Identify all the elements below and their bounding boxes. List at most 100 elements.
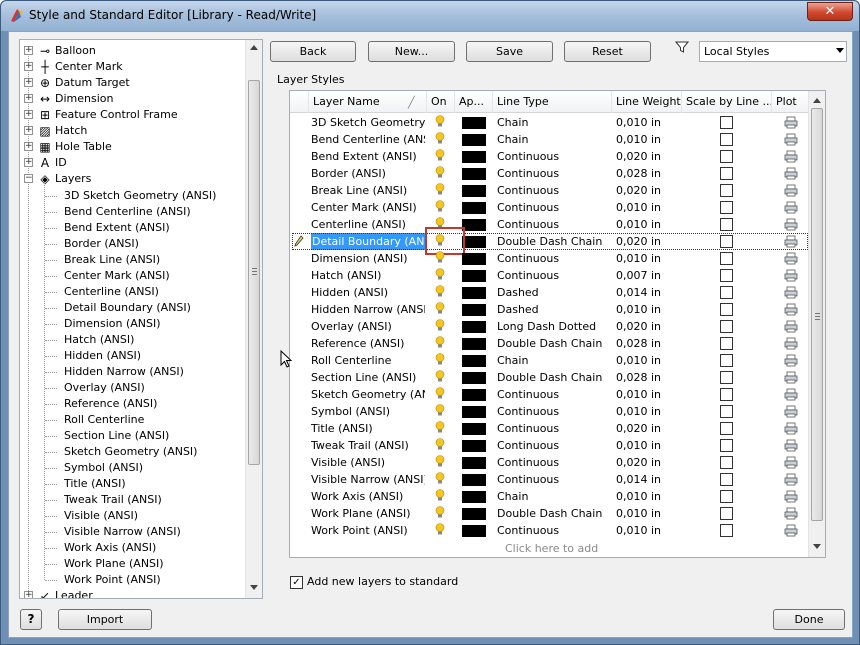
layer-name-cell[interactable]: Section Line (ANSI) [311, 369, 425, 386]
color-swatch[interactable] [462, 355, 486, 367]
tree-item-layer[interactable]: Visible (ANSI) [20, 508, 245, 524]
tree-item-layer[interactable]: Bend Extent (ANSI) [20, 220, 245, 236]
line-weight-cell[interactable]: 0,010 in [616, 386, 680, 403]
printer-icon[interactable] [784, 439, 798, 452]
line-weight-cell[interactable]: 0,020 in [616, 420, 680, 437]
scale-by-line-checkbox[interactable] [720, 269, 733, 282]
table-row[interactable]: Bend Centerline (ANSI) Chain 0,010 in [290, 131, 810, 148]
table-row[interactable]: Work Point (ANSI) Continuous 0,010 in [290, 522, 810, 539]
scale-by-line-checkbox[interactable] [720, 133, 733, 146]
line-type-cell[interactable]: Continuous [497, 403, 609, 420]
color-swatch[interactable] [462, 219, 486, 231]
scale-by-line-checkbox[interactable] [720, 150, 733, 163]
scale-by-line-checkbox[interactable] [720, 507, 733, 520]
tree-expander-icon[interactable]: + [24, 62, 33, 71]
line-weight-cell[interactable]: 0,014 in [616, 471, 680, 488]
tree-item-layer[interactable]: Overlay (ANSI) [20, 380, 245, 396]
printer-icon[interactable] [784, 473, 798, 486]
line-weight-cell[interactable]: 0,007 in [616, 267, 680, 284]
tree-item-layer[interactable]: Detail Boundary (ANSI) [20, 300, 245, 316]
line-weight-cell[interactable]: 0,028 in [616, 369, 680, 386]
line-weight-cell[interactable]: 0,010 in [616, 488, 680, 505]
layer-name-cell[interactable]: Symbol (ANSI) [311, 403, 425, 420]
layer-name-cell[interactable]: Sketch Geometry (ANSI) [311, 386, 425, 403]
line-type-cell[interactable]: Continuous [497, 267, 609, 284]
tree-item-layer[interactable]: Section Line (ANSI) [20, 428, 245, 444]
column-plot[interactable]: Plot [771, 91, 810, 113]
color-swatch[interactable] [462, 491, 486, 503]
tree-expander-icon[interactable]: + [24, 126, 33, 135]
line-type-cell[interactable]: Continuous [497, 420, 609, 437]
lightbulb-icon[interactable] [435, 132, 445, 145]
color-swatch[interactable] [462, 134, 486, 146]
lightbulb-icon[interactable] [435, 149, 445, 162]
layer-name-cell[interactable]: Roll Centerline [311, 352, 425, 369]
lightbulb-icon[interactable] [435, 438, 445, 451]
table-row[interactable]: Work Plane (ANSI) Double Dash Chain 0,010 … [290, 505, 810, 522]
layer-styles-grid[interactable]: Layer Name ╱ On Ap... Line Type Line Wei… [289, 90, 826, 558]
table-row[interactable]: Dimension (ANSI) Continuous 0,010 in [290, 250, 810, 267]
lightbulb-icon[interactable] [435, 387, 445, 400]
color-swatch[interactable] [462, 270, 486, 282]
add-layer-row[interactable]: Click here to add [505, 542, 598, 555]
line-weight-cell[interactable]: 0,010 in [616, 216, 680, 233]
tree-item-layer[interactable]: Work Axis (ANSI) [20, 540, 245, 556]
lightbulb-icon[interactable] [435, 166, 445, 179]
grid-scroll-thumb[interactable] [811, 108, 823, 521]
tree-item-layer[interactable]: Roll Centerline [20, 412, 245, 428]
line-weight-cell[interactable]: 0,020 in [616, 148, 680, 165]
line-type-cell[interactable]: Chain [497, 352, 609, 369]
save-button[interactable]: Save [466, 41, 553, 62]
printer-icon[interactable] [784, 150, 798, 163]
table-row[interactable]: Tweak Trail (ANSI) Continuous 0,010 in [290, 437, 810, 454]
scale-by-line-checkbox[interactable] [720, 320, 733, 333]
layer-name-cell[interactable]: Hatch (ANSI) [311, 267, 425, 284]
lightbulb-icon[interactable] [435, 251, 445, 264]
table-row[interactable]: Overlay (ANSI) Long Dash Dotted 0,020 in [290, 318, 810, 335]
layer-name-cell[interactable]: Center Mark (ANSI) [311, 199, 425, 216]
column-scale-by-line[interactable]: Scale by Line ... [681, 91, 771, 113]
color-swatch[interactable] [462, 440, 486, 452]
scale-by-line-checkbox[interactable] [720, 439, 733, 452]
line-weight-cell[interactable]: 0,020 in [616, 318, 680, 335]
tree-expander-icon[interactable]: + [24, 142, 33, 151]
layer-name-cell[interactable]: Visible Narrow (ANSI) [311, 471, 425, 488]
lightbulb-icon[interactable] [435, 319, 445, 332]
layer-name-cell[interactable]: Reference (ANSI) [311, 335, 425, 352]
lightbulb-icon[interactable] [435, 506, 445, 519]
printer-icon[interactable] [784, 167, 798, 180]
layer-name-cell[interactable]: Tweak Trail (ANSI) [311, 437, 425, 454]
printer-icon[interactable] [784, 133, 798, 146]
printer-icon[interactable] [784, 269, 798, 282]
line-weight-cell[interactable]: 0,010 in [616, 522, 680, 539]
line-weight-cell[interactable]: 0,010 in [616, 199, 680, 216]
scale-by-line-checkbox[interactable] [720, 473, 733, 486]
table-row[interactable]: Visible Narrow (ANSI) Continuous 0,014 in [290, 471, 810, 488]
tree-item-center-mark[interactable]: + ┼ Center Mark [20, 59, 245, 75]
color-swatch[interactable] [462, 457, 486, 469]
tree-item-feature-control-frame[interactable]: + ⊞ Feature Control Frame [20, 107, 245, 123]
tree-item-layer[interactable]: Hidden Narrow (ANSI) [20, 364, 245, 380]
column-on[interactable]: On [426, 91, 454, 113]
printer-icon[interactable] [784, 184, 798, 197]
line-weight-cell[interactable]: 0,010 in [616, 131, 680, 148]
scroll-up-icon[interactable] [250, 45, 258, 50]
style-filter-dropdown[interactable]: Local Styles [699, 41, 847, 62]
tree-item-layer[interactable]: Sketch Geometry (ANSI) [20, 444, 245, 460]
printer-icon[interactable] [784, 320, 798, 333]
scale-by-line-checkbox[interactable] [720, 184, 733, 197]
table-row[interactable]: Break Line (ANSI) Continuous 0,020 in [290, 182, 810, 199]
tree-item-layer[interactable]: Center Mark (ANSI) [20, 268, 245, 284]
table-row[interactable]: Section Line (ANSI) Double Dash Chain 0,02… [290, 369, 810, 386]
layer-name-cell[interactable]: Title (ANSI) [311, 420, 425, 437]
scale-by-line-checkbox[interactable] [720, 303, 733, 316]
scale-by-line-checkbox[interactable] [720, 490, 733, 503]
layer-name-cell[interactable]: Work Point (ANSI) [311, 522, 425, 539]
color-swatch[interactable] [462, 168, 486, 180]
line-type-cell[interactable]: Continuous [497, 148, 609, 165]
tree-item-layer[interactable]: Border (ANSI) [20, 236, 245, 252]
lightbulb-icon[interactable] [435, 353, 445, 366]
table-row[interactable]: Sketch Geometry (ANSI) Continuous 0,010 in [290, 386, 810, 403]
color-swatch[interactable] [462, 287, 486, 299]
line-weight-cell[interactable]: 0,010 in [616, 437, 680, 454]
